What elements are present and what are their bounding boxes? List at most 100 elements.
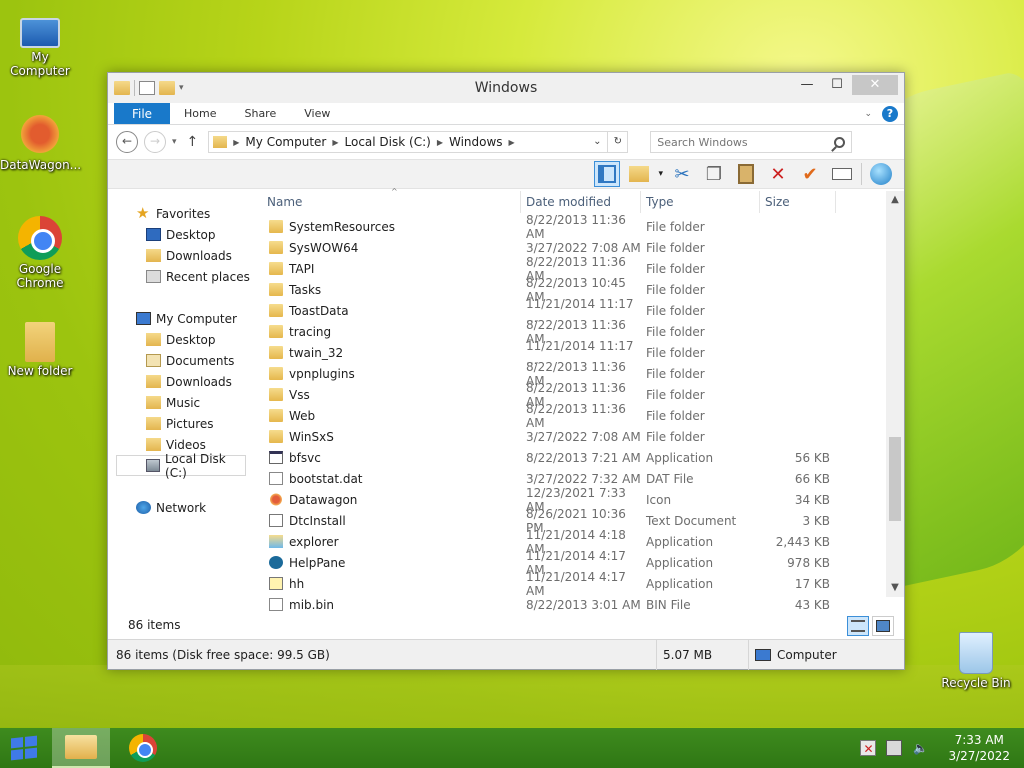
column-header-date[interactable]: Date modified — [521, 191, 641, 213]
tab-view[interactable]: View — [290, 103, 344, 124]
details-view-button[interactable] — [847, 616, 869, 636]
file-name: bfsvc — [289, 450, 321, 465]
taskbar-file-explorer[interactable] — [52, 728, 110, 768]
folder-file-icon — [269, 325, 283, 338]
recycle-bin-icon — [959, 632, 993, 674]
scroll-down-icon[interactable]: ▼ — [886, 579, 904, 597]
clock-date: 3/27/2022 — [948, 749, 1010, 763]
status-bar: 86 items (Disk free space: 99.5 GB) 5.07… — [108, 639, 904, 670]
forward-button[interactable]: → — [144, 131, 166, 153]
desktop-icon-google-chrome[interactable]: Google Chrome — [0, 216, 80, 290]
nav-favorites[interactable]: ★ Favorites — [108, 203, 256, 224]
file-type: Application — [646, 576, 714, 591]
taskbar-chrome[interactable] — [114, 728, 172, 768]
up-button[interactable]: ↑ — [187, 134, 199, 150]
nav-local-disk[interactable]: Local Disk (C:) — [116, 452, 246, 480]
breadcrumb-my-computer[interactable]: My Computer — [245, 135, 326, 149]
desktop-folder-icon — [146, 333, 161, 346]
help-icon[interactable]: ? — [882, 106, 898, 122]
nav-fav-recent-places[interactable]: Recent places — [108, 266, 256, 287]
start-button[interactable] — [0, 728, 48, 768]
cut-icon[interactable]: ✂ — [669, 161, 695, 187]
paste-button[interactable] — [733, 161, 759, 187]
nav-documents[interactable]: Documents — [108, 350, 256, 371]
chevron-right-icon[interactable]: ▶ — [233, 138, 239, 147]
preview-pane-button[interactable] — [594, 161, 621, 187]
checkmark-icon[interactable]: ✔ — [797, 161, 823, 187]
table-row[interactable]: WinSxS 3/27/2022 7:08 AM File folder — [257, 426, 884, 447]
table-row[interactable]: SystemResources 8/22/2013 11:36 AM File fo… — [257, 213, 884, 241]
globe-button[interactable] — [868, 161, 894, 187]
file-name-cell: SystemResources — [257, 220, 521, 234]
large-icons-view-button[interactable] — [872, 616, 894, 636]
title-bar[interactable]: ▾ Windows — ☐ ✕ — [108, 73, 904, 103]
table-row[interactable]: bfsvc 8/22/2013 7:21 AM Application 56 KB — [257, 447, 884, 468]
clock[interactable]: 7:33 AM 3/27/2022 — [948, 732, 1010, 764]
downloads-icon — [146, 375, 161, 388]
column-header-type[interactable]: Type — [641, 191, 760, 213]
nav-my-computer[interactable]: My Computer — [108, 308, 256, 329]
close-button[interactable]: ✕ — [852, 75, 898, 95]
nav-network[interactable]: Network — [108, 497, 256, 518]
column-header-name[interactable]: Name — [257, 191, 521, 213]
nav-label: Videos — [166, 437, 206, 452]
breadcrumb-windows[interactable]: Windows — [449, 135, 503, 149]
desktop-icon — [146, 228, 161, 241]
view-button[interactable] — [626, 161, 652, 187]
chevron-right-icon[interactable]: ▶ — [509, 138, 515, 147]
address-bar[interactable]: ▶ My Computer ▶ Local Disk (C:) ▶ Window… — [208, 131, 629, 153]
nav-music[interactable]: Music — [108, 392, 256, 413]
desktop-icon-label: Recycle Bin — [941, 676, 1011, 690]
chevron-right-icon[interactable]: ▶ — [332, 138, 338, 147]
nav-label: Local Disk (C:) — [165, 451, 226, 480]
nav-pictures[interactable]: Pictures — [108, 413, 256, 434]
file-date: 8/22/2013 11:36 AM — [526, 212, 626, 241]
minimize-button[interactable]: — — [792, 75, 822, 95]
action-center-flag-icon[interactable]: ✕ — [860, 740, 877, 756]
expand-ribbon-icon[interactable]: ⌄ — [864, 109, 872, 119]
view-dropdown-icon[interactable]: ▾ — [658, 169, 663, 179]
file-name: bootstat.dat — [289, 471, 363, 486]
tab-file[interactable]: File — [114, 103, 170, 124]
file-list: SystemResources 8/22/2013 11:36 AM File fo… — [257, 213, 884, 615]
search-input[interactable] — [657, 135, 828, 149]
volume-muted-icon[interactable]: 🔈 — [912, 740, 928, 756]
system-tray: ✕ 🔈 7:33 AM 3/27/2022 — [860, 728, 1010, 768]
chevron-right-icon[interactable]: ▶ — [437, 138, 443, 147]
address-dropdown-icon[interactable]: ⌄ — [587, 132, 607, 152]
folder-file-icon — [269, 304, 283, 317]
tab-share[interactable]: Share — [230, 103, 290, 124]
tab-home[interactable]: Home — [170, 103, 230, 124]
network-status-icon[interactable] — [886, 740, 903, 756]
search-icon[interactable] — [834, 136, 846, 148]
nav-desktop[interactable]: Desktop — [108, 329, 256, 350]
refresh-icon[interactable]: ↻ — [607, 132, 627, 152]
column-header-size[interactable]: Size — [760, 191, 836, 213]
navigation-bar: ← → ▾ ↑ ▶ My Computer ▶ Local Disk (C:) … — [108, 125, 904, 159]
desktop-icon-my-computer[interactable]: My Computer — [0, 10, 80, 78]
desktop-icon-new-folder[interactable]: New folder — [0, 322, 80, 378]
file-date: 8/22/2013 7:21 AM — [526, 450, 641, 465]
desktop-icon-recycle-bin[interactable]: Recycle Bin — [936, 632, 1016, 690]
maximize-button[interactable]: ☐ — [822, 75, 852, 95]
file-list-pane: ^ Name Date modified Type Size SystemRes… — [256, 187, 904, 612]
vertical-scrollbar[interactable]: ▲ ▼ — [886, 191, 904, 597]
delete-icon[interactable]: ✕ — [765, 161, 791, 187]
nav-downloads[interactable]: Downloads — [108, 371, 256, 392]
copy-icon[interactable]: ❐ — [701, 161, 727, 187]
file-type: Application — [646, 534, 714, 549]
folder-file-icon — [269, 409, 283, 422]
nav-fav-desktop[interactable]: Desktop — [108, 224, 256, 245]
file-size: 43 KB — [794, 597, 830, 612]
table-row[interactable]: hh 11/21/2014 4:17 AM Application 17 KB — [257, 570, 884, 598]
nav-fav-downloads[interactable]: Downloads — [108, 245, 256, 266]
file-name-cell: WinSxS — [257, 430, 521, 444]
rename-button[interactable] — [829, 161, 855, 187]
recent-locations-dropdown-icon[interactable]: ▾ — [172, 137, 177, 147]
back-button[interactable]: ← — [116, 131, 138, 153]
scroll-thumb[interactable] — [889, 437, 901, 521]
table-row[interactable]: Web 8/22/2013 11:36 AM File folder — [257, 402, 884, 430]
scroll-up-icon[interactable]: ▲ — [886, 191, 904, 209]
breadcrumb-local-disk[interactable]: Local Disk (C:) — [345, 135, 431, 149]
desktop-icon-datawagon[interactable]: DataWagon... — [0, 112, 81, 172]
